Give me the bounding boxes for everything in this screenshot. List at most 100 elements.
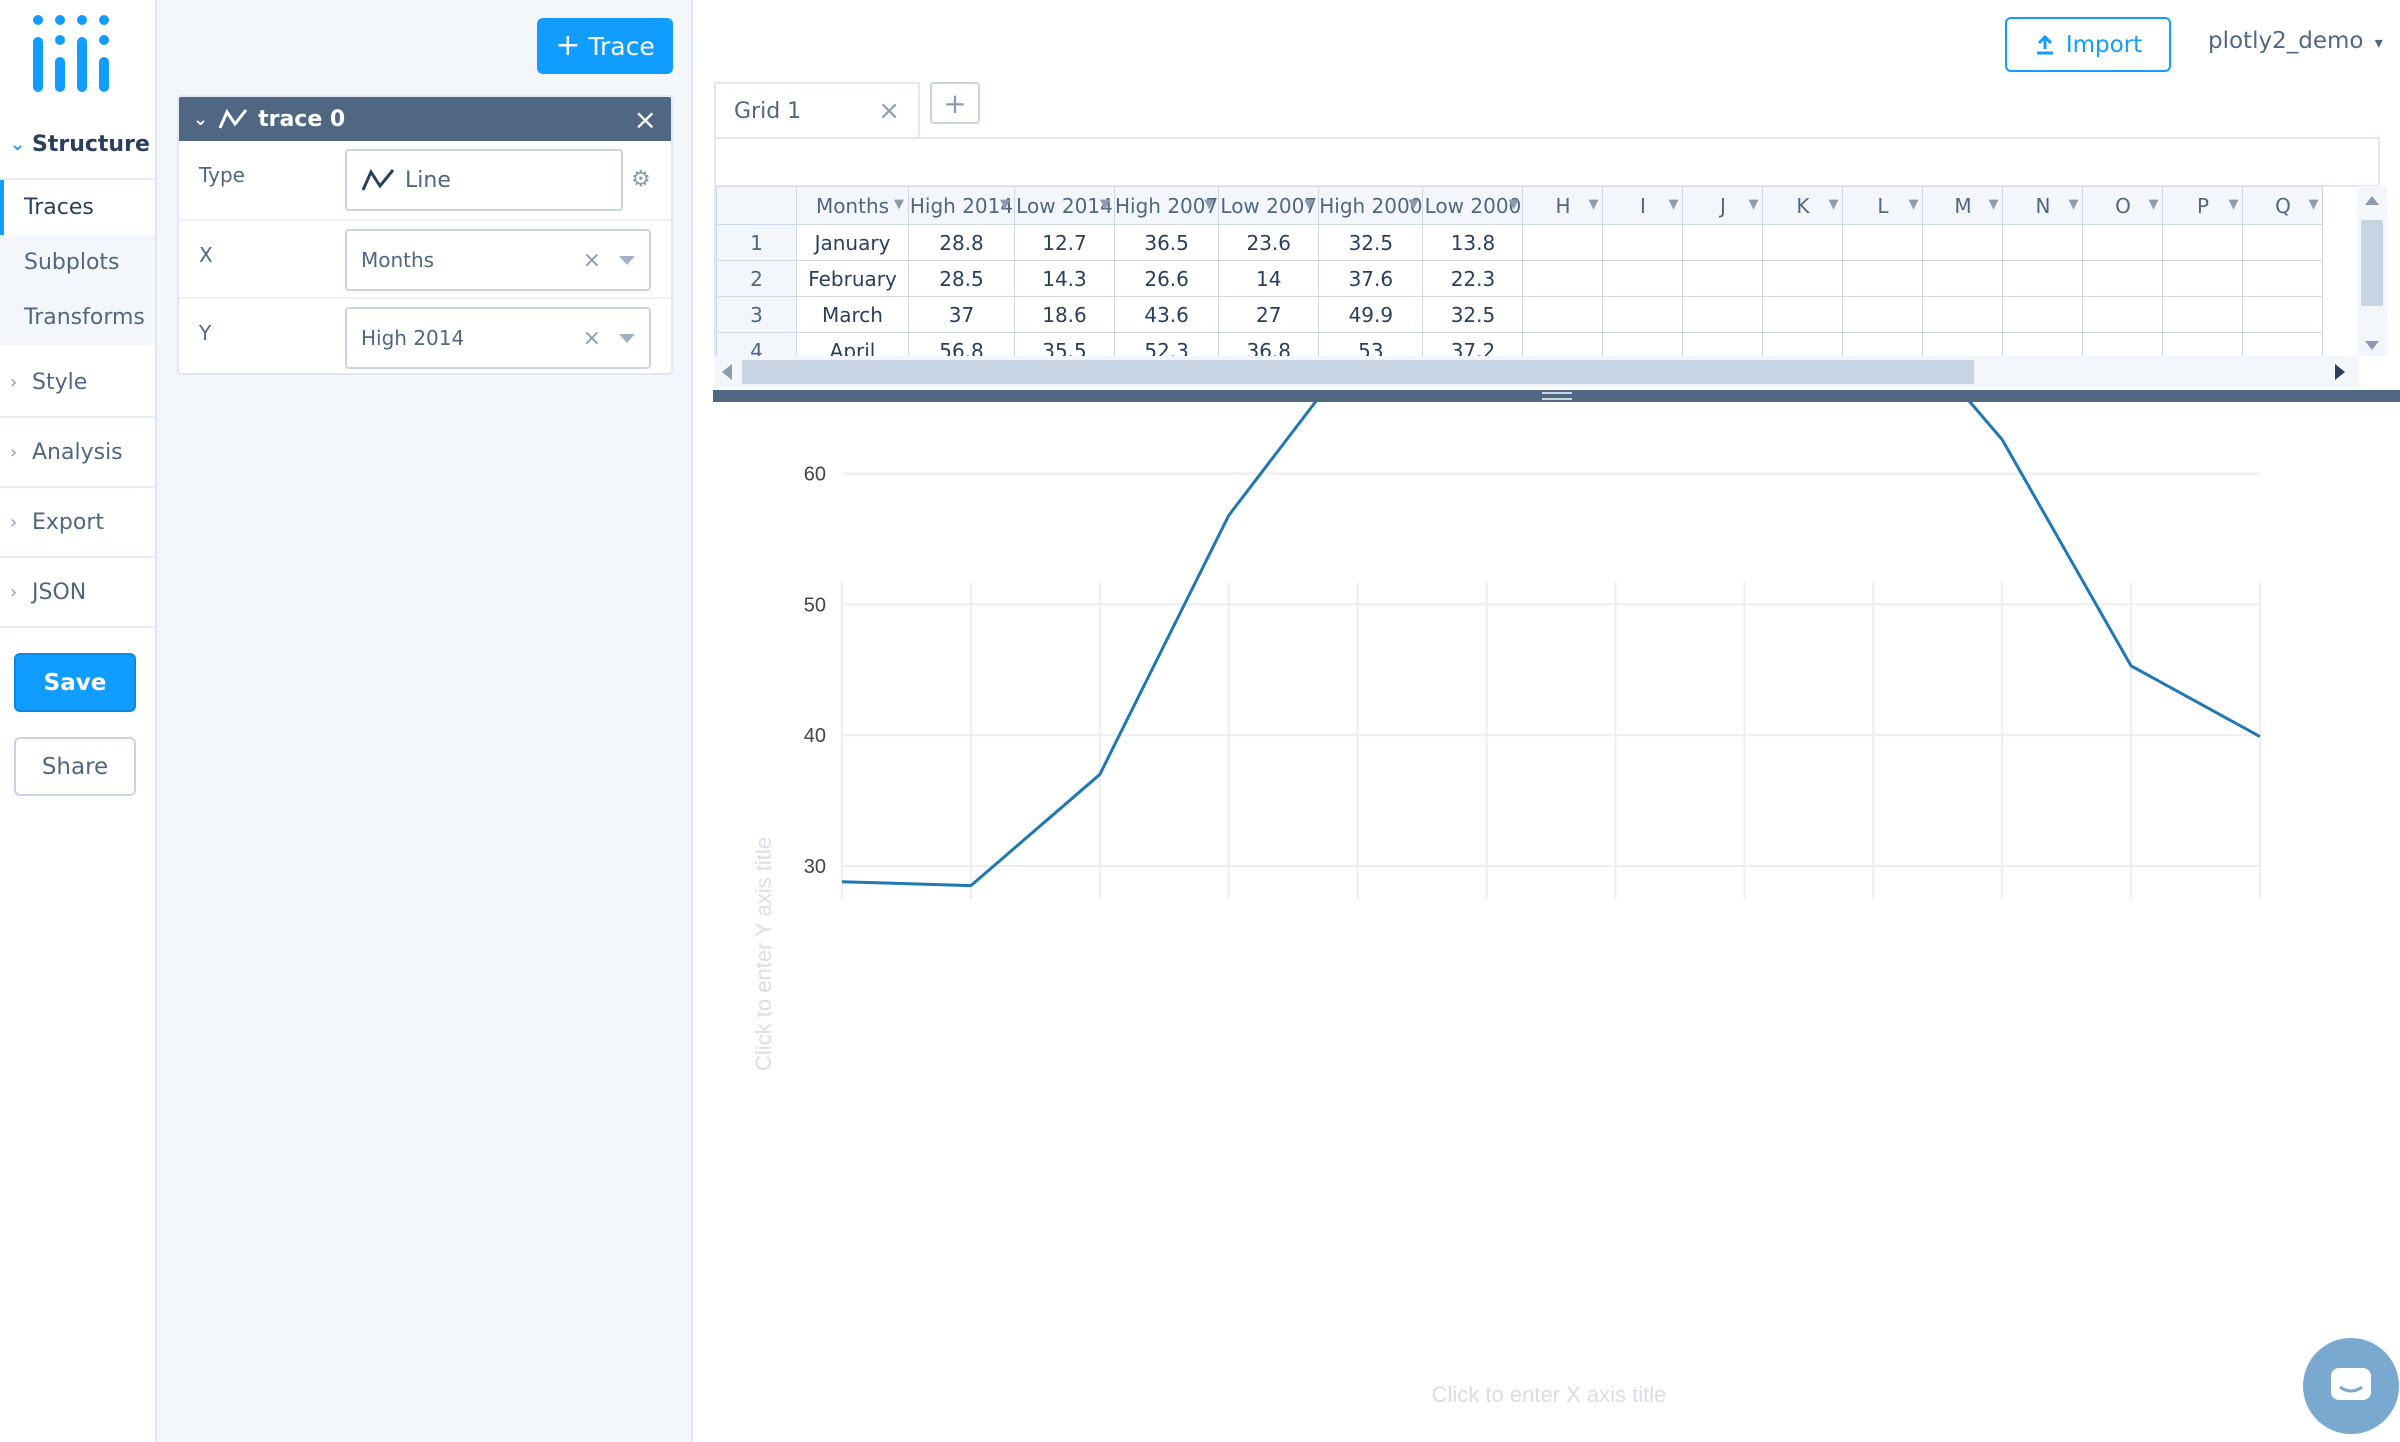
column-header[interactable]: L ▼ [1842,186,1924,225]
grid-cell[interactable] [1522,296,1604,333]
save-button[interactable]: Save [14,653,136,712]
column-menu-icon[interactable]: ▼ [2308,197,2318,212]
grid-cell[interactable]: April [796,332,909,356]
grid-cell[interactable] [2082,260,2164,297]
column-header[interactable]: Low 2014 ▼ [1014,186,1115,225]
column-menu-icon[interactable]: ▼ [1000,197,1010,212]
grid-cell[interactable] [1602,332,1684,356]
drag-grip-icon[interactable] [1542,392,1572,400]
grid-cell[interactable]: 52.3 [1113,332,1220,356]
scroll-thumb[interactable] [2361,220,2383,306]
grid-cell[interactable] [2162,260,2244,297]
grid-cell[interactable] [1602,224,1684,261]
column-menu-icon[interactable]: ▼ [1588,197,1598,212]
grid-cell[interactable] [1922,224,2004,261]
grid-cell[interactable]: 36.8 [1218,332,1320,356]
grid-cell[interactable] [2162,332,2244,356]
add-grid-button[interactable]: + [930,82,980,124]
column-menu-icon[interactable]: ▼ [1908,197,1918,212]
grid-cell[interactable] [2242,224,2324,261]
grid-cell[interactable] [2082,296,2164,333]
close-icon[interactable]: × [634,103,657,136]
grid-cell[interactable]: 23.6 [1218,224,1320,261]
grid-cell[interactable] [2162,224,2244,261]
grid-cell[interactable]: 53 [1318,332,1424,356]
grid-cell[interactable] [1522,332,1604,356]
grid-cell[interactable] [1602,296,1684,333]
column-header[interactable]: High 2007 ▼ [1113,186,1220,225]
grid-cell[interactable] [2242,296,2324,333]
column-menu-icon[interactable]: ▼ [1828,197,1838,212]
grid-cell[interactable] [2242,260,2324,297]
scroll-up-icon[interactable] [2365,196,2379,205]
y-dropdown[interactable]: High 2014 × [345,307,651,369]
column-menu-icon[interactable]: ▼ [2228,197,2238,212]
grid-cell[interactable]: 22.3 [1422,260,1524,297]
column-header[interactable]: Months ▼ [796,186,909,225]
tab-grid-1[interactable]: Grid 1 × [714,82,920,138]
grid-cell[interactable]: 26.6 [1113,260,1220,297]
grid-cell[interactable]: February [796,260,909,297]
nav-json[interactable]: › JSON [0,558,155,628]
column-menu-icon[interactable]: ▼ [2148,197,2158,212]
grid-cell[interactable] [1922,296,2004,333]
column-menu-icon[interactable]: ▼ [1748,197,1758,212]
column-header[interactable]: Low 2007 ▼ [1218,186,1320,225]
import-button[interactable]: Import [2005,17,2171,72]
horizontal-scrollbar[interactable] [714,356,2359,388]
chevron-down-icon[interactable]: ⌄ [193,109,208,130]
grid-cell[interactable] [1522,260,1604,297]
nav-style[interactable]: › Style [0,348,155,418]
nav-export[interactable]: › Export [0,488,155,558]
grid-cell[interactable]: 14 [1218,260,1320,297]
caret-down-icon[interactable] [619,255,635,265]
grid-cell[interactable]: 37.2 [1422,332,1524,356]
grid-cell[interactable] [1922,332,2004,356]
grid-cell[interactable]: 49.9 [1318,296,1424,333]
grid-cell[interactable]: 37.6 [1318,260,1424,297]
scroll-left-icon[interactable] [722,364,732,380]
grid-cell[interactable]: 13.8 [1422,224,1524,261]
grid-cell[interactable] [1842,296,1924,333]
grid-cell[interactable]: 12.7 [1014,224,1115,261]
y-axis-title-placeholder[interactable]: Click to enter Y axis title [751,837,776,1071]
x-axis-title-placeholder[interactable]: Click to enter X axis title [1432,1382,1667,1407]
grid-cell[interactable]: 36.5 [1113,224,1220,261]
column-header[interactable]: O ▼ [2082,186,2164,225]
column-header[interactable]: I ▼ [1602,186,1684,225]
grid-cell[interactable] [1842,224,1924,261]
column-menu-icon[interactable]: ▼ [894,197,904,212]
column-header[interactable]: K ▼ [1762,186,1844,225]
grid-cell[interactable]: 37 [908,296,1015,333]
grid-cell[interactable]: March [796,296,909,333]
grid-cell[interactable] [2002,296,2084,333]
grid-cell[interactable] [2082,224,2164,261]
column-menu-icon[interactable]: ▼ [1408,197,1418,212]
grid-cell[interactable] [1842,260,1924,297]
grid-cell[interactable] [2002,332,2084,356]
type-selector[interactable]: Line [345,149,623,211]
column-menu-icon[interactable]: ▼ [1508,197,1518,212]
user-menu[interactable]: plotly2_demo ▾ [2208,28,2383,54]
grid-cell[interactable] [1682,296,1764,333]
grid-cell[interactable] [1842,332,1924,356]
column-menu-icon[interactable]: ▼ [1204,197,1214,212]
grid-cell[interactable] [2002,260,2084,297]
grid-cell[interactable] [2162,296,2244,333]
grid-cell[interactable]: 27 [1218,296,1320,333]
grid-cell[interactable] [1522,224,1604,261]
x-dropdown[interactable]: Months × [345,229,651,291]
row-number[interactable]: 4 [716,332,797,356]
column-header[interactable]: High 2014 ▼ [908,186,1015,225]
nav-item-transforms[interactable]: Transforms [0,290,155,345]
grid-cell[interactable] [1682,260,1764,297]
grid-cell[interactable] [1762,260,1844,297]
grid-cell[interactable] [1602,260,1684,297]
grid-cell[interactable]: 32.5 [1422,296,1524,333]
column-menu-icon[interactable]: ▼ [1668,197,1678,212]
caret-down-icon[interactable] [619,333,635,343]
column-header[interactable]: Low 2000 ▼ [1422,186,1524,225]
scroll-down-icon[interactable] [2365,341,2379,350]
gear-icon[interactable]: ⚙ [631,167,651,192]
column-header[interactable]: N ▼ [2002,186,2084,225]
